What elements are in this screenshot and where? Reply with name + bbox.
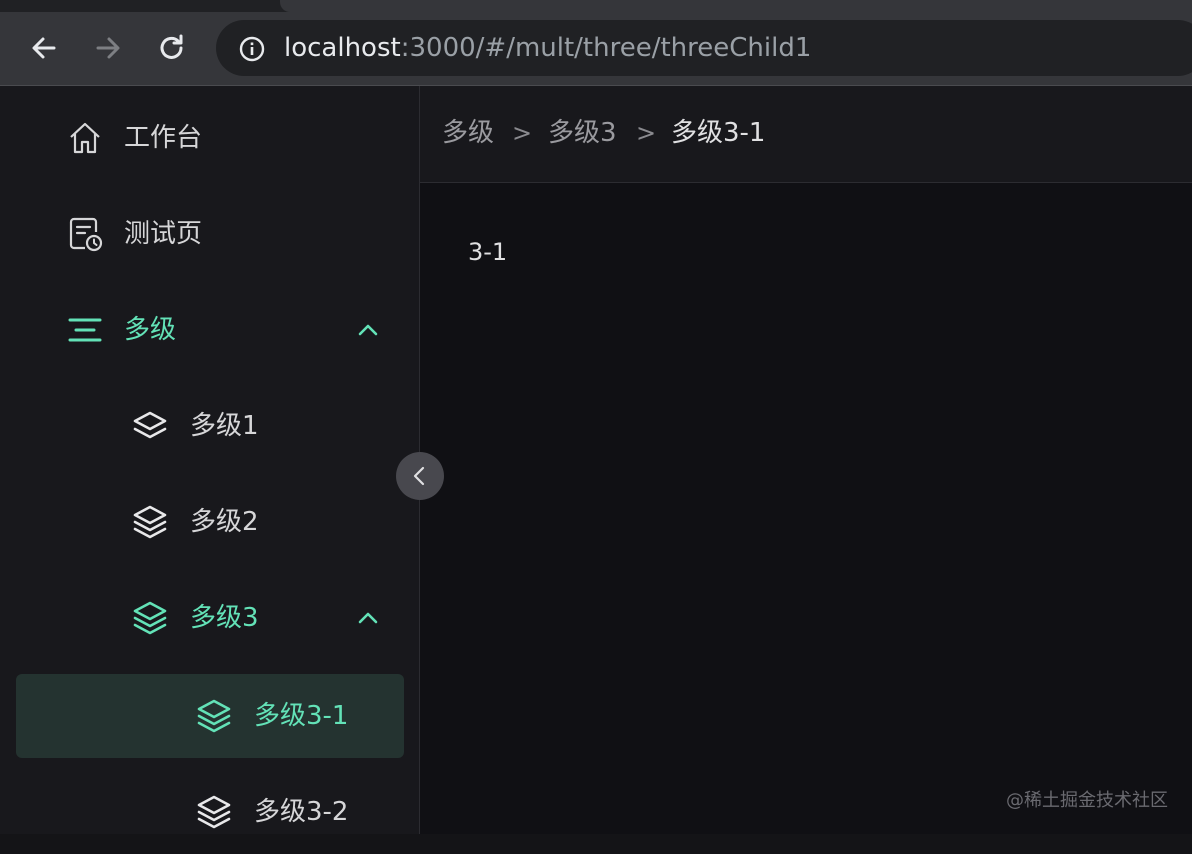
browser-tab[interactable]: [280, 0, 1192, 12]
sidebar-item-label: 多级3-2: [254, 797, 349, 827]
page-content-text: 3-1: [468, 238, 508, 266]
document-clock-icon: [69, 217, 103, 252]
sidebar-item-multilevel-3-1[interactable]: 多级3-1: [16, 674, 404, 758]
layers-icon: [133, 505, 167, 539]
breadcrumb-current: 多级3-1: [671, 118, 766, 148]
reload-icon: [160, 34, 183, 59]
sidebar: 工作台 测试页 多级 多级1 多级2 多级3 多级3-1 多级3-2: [0, 86, 419, 834]
sidebar-item-label: 多级: [124, 315, 177, 345]
info-icon[interactable]: [238, 35, 266, 63]
chevron-up-icon[interactable]: [355, 317, 381, 343]
url-text[interactable]: localhost:3000/#/mult/three/threeChild1: [284, 32, 811, 64]
sidebar-item-label: 工作台: [124, 123, 203, 153]
layers-icon: [133, 411, 167, 439]
sidebar-collapse-button[interactable]: [396, 452, 444, 500]
breadcrumb-separator: >: [636, 119, 657, 147]
breadcrumb-separator: >: [512, 119, 533, 147]
sidebar-item-multilevel-1[interactable]: 多级1: [0, 384, 419, 468]
breadcrumb-item[interactable]: 多级3: [548, 116, 617, 150]
browser-toolbar: localhost:3000/#/mult/three/threeChild1: [0, 12, 1192, 86]
url-host: localhost: [284, 33, 401, 63]
reload-button[interactable]: [154, 30, 190, 66]
arrow-left-icon: [32, 37, 56, 59]
home-icon: [70, 122, 100, 154]
sidebar-item-test-page[interactable]: 测试页: [0, 192, 419, 276]
main-content: 多级 > 多级3 > 多级3-1 3-1 @稀土掘金技术社区: [420, 86, 1192, 834]
sidebar-item-multilevel-2[interactable]: 多级2: [0, 480, 419, 564]
sidebar-item-label: 测试页: [124, 219, 203, 249]
url-path: :3000/#/mult/three/threeChild1: [400, 33, 812, 63]
sidebar-item-label: 多级1: [190, 411, 259, 441]
layers-icon: [133, 601, 167, 635]
layers-icon: [197, 699, 231, 733]
sidebar-item-multilevel-3[interactable]: 多级3: [0, 576, 419, 660]
breadcrumb: 多级 > 多级3 > 多级3-1: [420, 86, 1192, 183]
browser-tab-strip: [0, 0, 1192, 12]
back-button[interactable]: [26, 30, 62, 66]
chevron-left-icon: [413, 466, 425, 486]
sidebar-item-label: 多级2: [190, 507, 259, 537]
sidebar-item-label: 多级3-1: [254, 701, 349, 731]
breadcrumb-item[interactable]: 多级: [442, 116, 494, 150]
layers-icon: [197, 795, 231, 829]
chevron-up-icon[interactable]: [355, 605, 381, 631]
forward-button[interactable]: [90, 30, 126, 66]
sidebar-item-workbench[interactable]: 工作台: [0, 96, 419, 180]
sidebar-item-label: 多级3: [190, 603, 259, 633]
address-bar[interactable]: localhost:3000/#/mult/three/threeChild1: [216, 20, 1192, 76]
arrow-right-icon: [96, 37, 120, 59]
watermark: @稀土掘金技术社区: [1006, 790, 1168, 811]
menu-lines-icon: [68, 318, 102, 342]
sidebar-item-multilevel-3-2[interactable]: 多级3-2: [0, 770, 419, 854]
sidebar-item-multilevel[interactable]: 多级: [0, 288, 419, 372]
